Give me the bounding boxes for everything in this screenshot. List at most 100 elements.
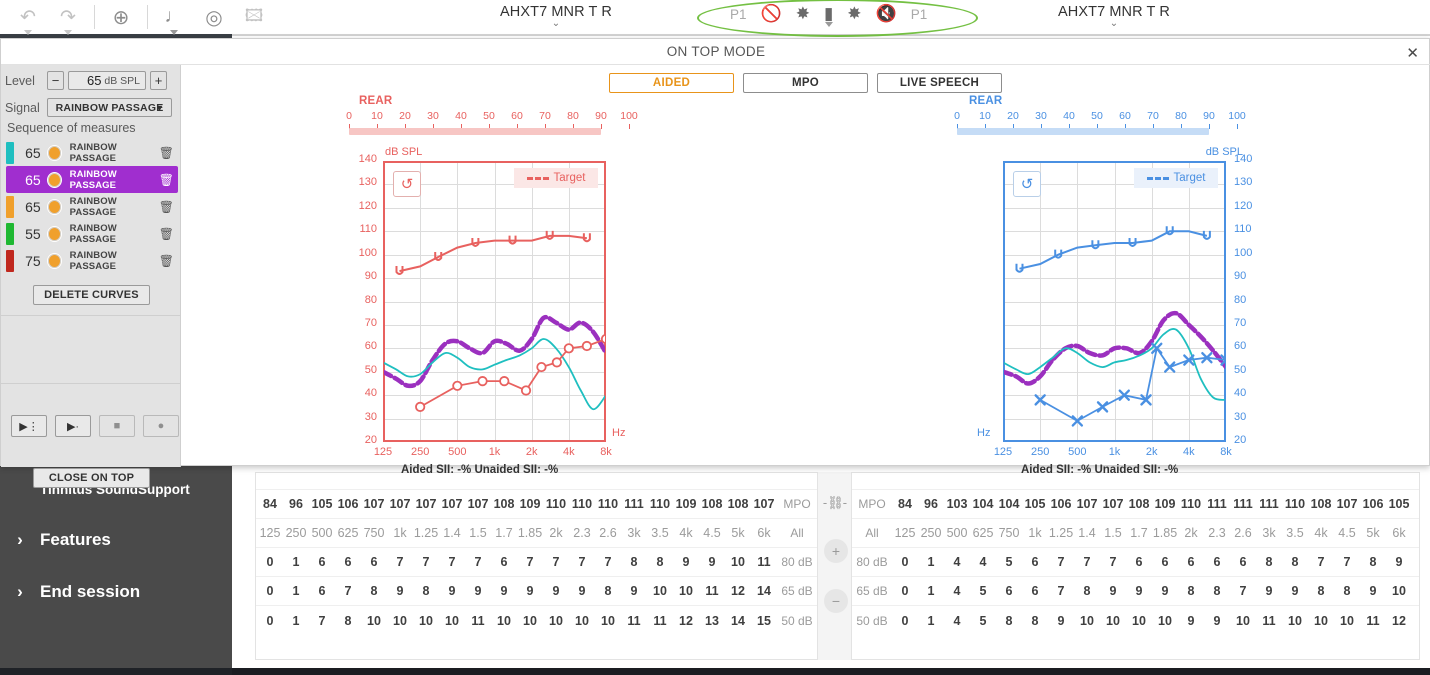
reset-chart-button[interactable]: ↺: [1013, 171, 1041, 197]
table-row-label: MPO: [783, 497, 811, 511]
signal-dropdown[interactable]: RAINBOW PASSAGE ▼: [47, 98, 172, 117]
sequence-measure-row[interactable]: 65 RAINBOW PASSAGE 🗑: [6, 166, 178, 193]
table-cell: 2.3: [573, 526, 591, 540]
y-axis-tick-label: 140: [358, 153, 377, 165]
table-cell: 4k: [679, 526, 693, 540]
device-label-right[interactable]: AHXT7 MNR T R ⌄: [1058, 4, 1170, 29]
table-cell: 5k: [731, 526, 745, 540]
table-cell: 1: [927, 613, 935, 628]
measure-signal-name: RAINBOW PASSAGE: [69, 141, 117, 164]
curve-color-swatch: [6, 195, 15, 218]
table-cell: 7: [578, 555, 586, 569]
table-cell: 110: [1180, 497, 1202, 511]
delete-curves-button[interactable]: DELETE CURVES: [33, 285, 150, 305]
device-label-left[interactable]: AHXT7 MNR T R ⌄: [500, 4, 612, 29]
record-dot-icon[interactable]: [46, 225, 62, 242]
tab-live-speech[interactable]: LIVE SPEECH: [877, 73, 1002, 93]
sequence-measure-row[interactable]: 55 RAINBOW PASSAGE 🗑: [6, 220, 178, 247]
gridline: [1005, 395, 1224, 397]
play-sequence-button[interactable]: ▶⋮: [11, 415, 47, 437]
undo-icon[interactable]: ↶: [8, 2, 48, 35]
on-top-mode-title: ON TOP MODE: [666, 44, 766, 59]
divider: [1, 315, 181, 316]
trash-icon[interactable]: 🗑: [159, 227, 174, 241]
table-cell: 109: [675, 497, 697, 511]
table-cell: 10: [523, 613, 537, 628]
record-dot-icon[interactable]: [46, 171, 62, 188]
music-note-icon[interactable]: ♩: [154, 2, 194, 35]
level-input[interactable]: 65 dB SPL: [68, 71, 146, 90]
chevron-down-icon[interactable]: [24, 30, 32, 35]
level-decrease-button[interactable]: −: [47, 71, 64, 90]
record-dot-icon[interactable]: [46, 198, 62, 215]
table-cell: 107: [415, 497, 437, 511]
signal-row: Signal RAINBOW PASSAGE ▼: [5, 98, 172, 117]
trash-icon[interactable]: 🗑: [159, 254, 174, 268]
table-cell: 6: [318, 555, 326, 569]
level-label: Level: [5, 73, 35, 88]
table-cell: 107: [467, 497, 489, 511]
redo-icon[interactable]: ↷: [48, 2, 88, 35]
table-cell: 6: [1213, 555, 1221, 569]
gridline: [385, 348, 604, 350]
spiral-target-icon[interactable]: ◎: [194, 2, 234, 32]
sequence-measure-row[interactable]: 65 RAINBOW PASSAGE 🗑: [6, 139, 178, 166]
chevron-down-icon[interactable]: ⌄: [500, 19, 612, 29]
record-button[interactable]: ●: [143, 415, 179, 437]
table-cell: 5: [979, 613, 987, 628]
mute-speaker-icon[interactable]: 🔇: [876, 4, 897, 24]
trash-icon[interactable]: 🗑: [159, 173, 174, 187]
y-axis-tick-label: 130: [358, 176, 377, 189]
toolbar-divider: [94, 5, 95, 29]
record-dot-icon[interactable]: [46, 144, 62, 161]
link-channels-icon[interactable]: -⛓-: [819, 495, 851, 511]
table-cell: 106: [1362, 497, 1384, 511]
reset-chart-button[interactable]: ↺: [393, 171, 421, 197]
tab-mpo[interactable]: MPO: [743, 73, 868, 93]
curve-color-swatch: [6, 168, 15, 191]
mute-hearing-aid-icon[interactable]: 🚫: [761, 4, 782, 24]
play-button[interactable]: ▶·: [55, 415, 91, 437]
chevron-down-icon[interactable]: [824, 22, 833, 27]
trash-icon[interactable]: 🗑: [159, 200, 174, 214]
chevron-down-icon[interactable]: [170, 30, 178, 35]
table-cell: 0: [901, 555, 909, 569]
table-cell: 106: [337, 497, 359, 511]
table-cell: 1.4: [443, 526, 461, 540]
table-cell: 7: [344, 584, 352, 598]
table-cell: 625: [337, 526, 359, 540]
table-cell: 11: [705, 584, 719, 598]
table-cell: 7: [1317, 555, 1325, 569]
curve-color-swatch: [6, 141, 15, 164]
gridline: [1005, 231, 1224, 233]
target-icon[interactable]: ⊕: [101, 2, 141, 32]
sidebar-item-features[interactable]: › Features: [0, 520, 232, 560]
close-on-top-button[interactable]: CLOSE ON TOP: [33, 468, 150, 488]
table-cell: 7: [396, 555, 404, 569]
stop-button[interactable]: ■: [99, 415, 135, 437]
tab-aided[interactable]: AIDED: [609, 73, 734, 93]
table-cell: 9: [552, 584, 560, 598]
close-icon[interactable]: ✕: [1406, 44, 1419, 62]
table-cell: 6: [344, 555, 352, 569]
presenter-icon[interactable]: 🖾: [234, 2, 274, 32]
table-cell: 8: [1369, 555, 1377, 569]
chevron-down-icon[interactable]: ⌄: [1058, 19, 1170, 29]
battery-icon[interactable]: ▮: [824, 4, 833, 27]
chevron-down-icon[interactable]: [64, 30, 72, 35]
sequence-measure-row[interactable]: 65 RAINBOW PASSAGE 🗑: [6, 193, 178, 220]
gridline: [385, 324, 604, 326]
decrease-button[interactable]: −: [824, 589, 848, 613]
sequence-measure-row[interactable]: 75 RAINBOW PASSAGE 🗑: [6, 247, 178, 274]
scale-tick-label: 20: [399, 110, 411, 122]
table-row-80db: 80 dB 0 1 4 4 5 6 7 7 7 6 6 6 6 6 8 8 7 7 8 9: [852, 548, 1419, 577]
trash-icon[interactable]: 🗑: [159, 146, 174, 160]
sidebar-item-end-session[interactable]: › End session: [0, 572, 232, 612]
hearing-aid-right-icon[interactable]: ✸: [847, 4, 861, 24]
x-axis-tick-label: 8k: [600, 446, 612, 458]
hearing-aid-left-icon[interactable]: ✸: [796, 4, 810, 24]
table-cell: 11: [757, 555, 771, 569]
level-increase-button[interactable]: +: [150, 71, 167, 90]
increase-button[interactable]: +: [824, 539, 848, 563]
record-dot-icon[interactable]: [46, 252, 62, 269]
